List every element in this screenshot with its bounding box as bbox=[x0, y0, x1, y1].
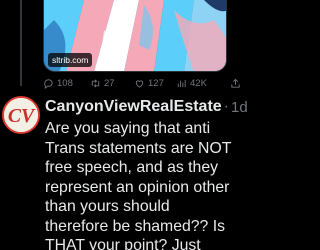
retweet-count: 27 bbox=[104, 77, 115, 89]
share-button[interactable] bbox=[230, 76, 241, 90]
thread-connector-line bbox=[20, 0, 22, 86]
reply-icon bbox=[44, 78, 53, 89]
views-chart-icon bbox=[177, 79, 186, 87]
reply-button[interactable]: 108 bbox=[43, 76, 73, 90]
link-preview-card[interactable]: sltrib.com bbox=[43, 0, 227, 72]
like-count: 127 bbox=[148, 77, 164, 89]
retweet-button[interactable]: 27 bbox=[90, 76, 115, 90]
reply-timestamp[interactable]: 1d bbox=[231, 99, 248, 116]
header-separator: · bbox=[223, 98, 229, 115]
canyon-view-logo-icon: CV bbox=[4, 98, 38, 132]
link-source-label: sltrib.com bbox=[48, 53, 93, 67]
like-button[interactable]: 127 bbox=[134, 76, 164, 90]
heart-icon bbox=[135, 79, 144, 88]
view-count: 42K bbox=[190, 77, 207, 89]
reply-text: Are you saying that anti Trans statement… bbox=[45, 120, 232, 250]
reply-count: 108 bbox=[57, 77, 73, 89]
author-name[interactable]: CanyonViewRealEstate bbox=[45, 98, 222, 116]
retweet-icon bbox=[91, 79, 100, 87]
reply-header: CanyonViewRealEstate · 1d bbox=[45, 96, 248, 118]
share-icon bbox=[231, 78, 240, 88]
svg-text:CV: CV bbox=[8, 105, 36, 127]
author-avatar[interactable]: CV bbox=[2, 96, 40, 134]
views-button[interactable]: 42K bbox=[176, 76, 207, 90]
tweet-action-bar: 108 27 127 42K bbox=[43, 76, 243, 90]
